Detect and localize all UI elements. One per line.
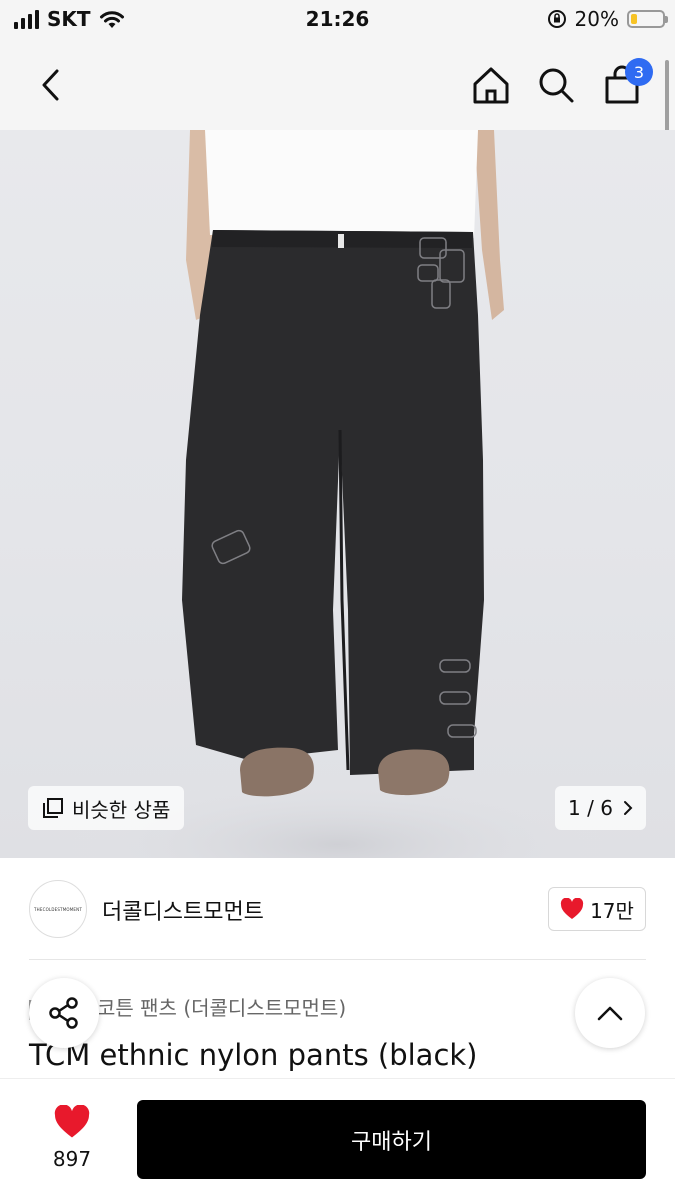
share-icon <box>49 997 78 1029</box>
buy-button[interactable]: 구매하기 <box>137 1100 646 1179</box>
chevron-left-icon <box>42 69 59 101</box>
chevron-up-icon <box>597 1006 623 1021</box>
bottom-action-bar: 897 구매하기 <box>0 1078 675 1201</box>
divider <box>29 959 646 960</box>
image-counter[interactable]: 1 / 6 <box>555 786 646 830</box>
battery-percent: 20% <box>574 7 619 31</box>
similar-products-button[interactable]: 비슷한 상품 <box>28 786 185 830</box>
search-button[interactable] <box>531 60 581 110</box>
product-photo <box>0 130 675 858</box>
share-button[interactable] <box>29 978 99 1048</box>
shop-row: THECOLDESTMOMENT 더콜디스트모먼트 17만 <box>0 858 675 960</box>
battery-fill <box>631 14 637 24</box>
shop-name[interactable]: 더콜디스트모먼트 <box>102 894 264 926</box>
category-label: 코튼 팬츠 (더콜디스트모먼트) <box>97 996 347 1020</box>
heart-icon <box>560 898 584 919</box>
shop-like-button[interactable]: 17만 <box>548 887 646 931</box>
nav-bar: 3 <box>0 40 675 130</box>
rotation-lock-icon <box>547 10 566 28</box>
scroll-top-button[interactable] <box>575 978 645 1048</box>
wish-count: 897 <box>52 1147 92 1171</box>
product-title: TCM ethnic nylon pants (black) <box>29 1038 478 1072</box>
counter-separator: / <box>587 796 594 820</box>
wish-button[interactable]: 897 <box>42 1105 102 1171</box>
image-counter-text: 1 / 6 <box>568 796 613 820</box>
heart-icon <box>54 1105 90 1138</box>
similar-products-label: 비슷한 상품 <box>72 797 171 822</box>
status-bar: SKT 21:26 20% <box>0 0 675 40</box>
search-icon <box>539 68 574 103</box>
back-button[interactable] <box>26 60 76 110</box>
scrollbar[interactable] <box>665 60 669 132</box>
shop-like-count: 17만 <box>590 898 634 923</box>
status-right: 20% <box>547 7 668 31</box>
similar-items-icon <box>43 798 63 818</box>
counter-total: 6 <box>600 796 613 820</box>
product-image[interactable] <box>0 130 675 858</box>
home-button[interactable] <box>466 60 516 110</box>
shop-logo[interactable]: THECOLDESTMOMENT <box>29 880 87 938</box>
home-icon <box>473 67 509 104</box>
cart-badge: 3 <box>625 58 653 86</box>
battery-icon <box>627 10 668 28</box>
chevron-right-icon <box>623 801 633 815</box>
cart-button[interactable]: 3 <box>597 58 653 110</box>
counter-current: 1 <box>568 796 581 820</box>
